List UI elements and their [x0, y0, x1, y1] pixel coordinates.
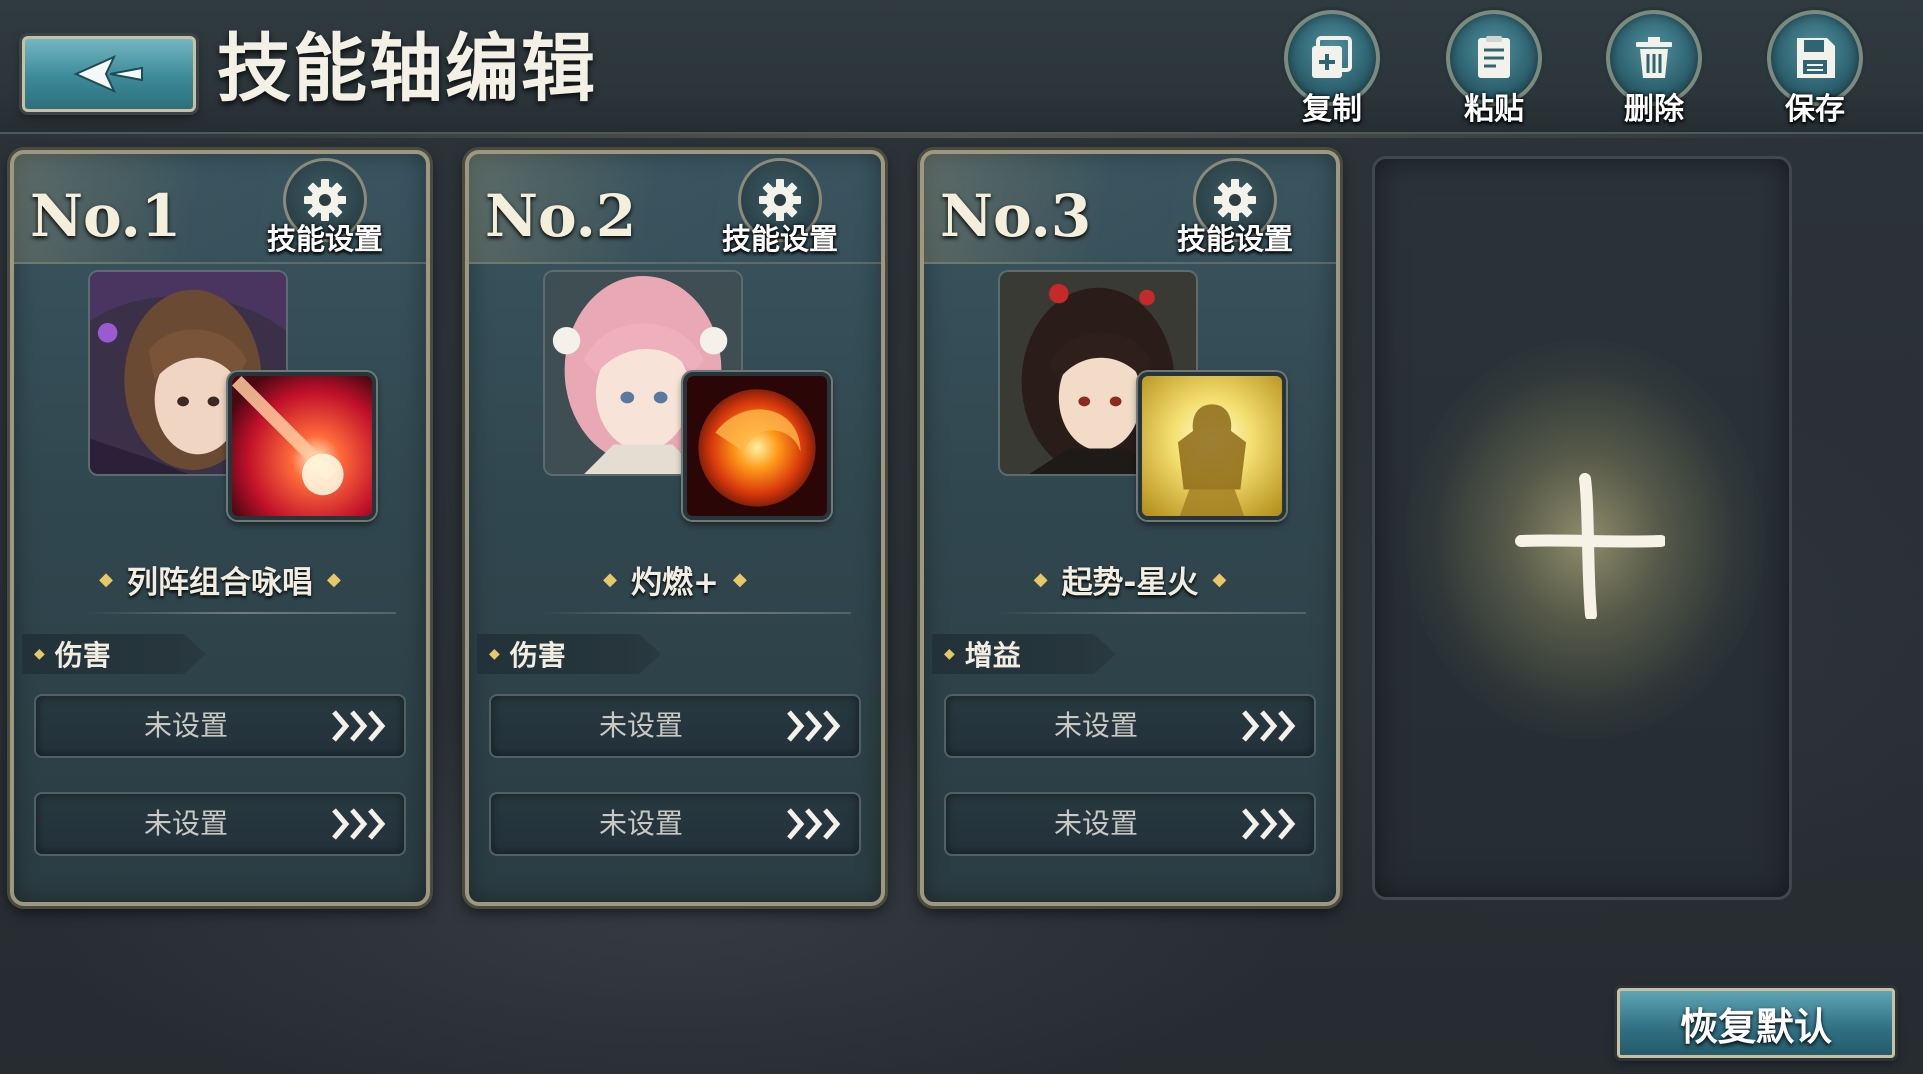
skill-type-tag: ◆ 增益 — [932, 634, 1116, 674]
header-bar: 技能轴编辑 复制 粘贴 删除 保存 — [0, 0, 1923, 138]
skill-type: 伤害 — [54, 639, 111, 672]
skill-icon — [683, 372, 831, 520]
diamond-icon: ◆ — [1033, 568, 1048, 590]
slot-2[interactable]: 未设置 — [34, 792, 406, 856]
skill-type: 增益 — [964, 639, 1021, 672]
paste-label: 粘贴 — [1464, 92, 1524, 127]
skill-settings-label: 技能设置 — [1176, 222, 1293, 256]
card-number: No.1 — [30, 182, 182, 250]
diamond-icon: ◆ — [99, 568, 113, 590]
skill-icon — [228, 372, 376, 520]
skill-type-tag: ◆ 伤害 — [477, 634, 661, 674]
skill-card-3[interactable]: No.3 技能设置 ◆ 起势-星火 ◆ ◆ 增益 未设置 未设置 — [920, 150, 1340, 906]
slot-label: 未设置 — [143, 709, 228, 742]
diamond-icon: ◆ — [34, 646, 45, 662]
skill-settings-label: 技能设置 — [721, 222, 838, 256]
slot-2[interactable]: 未设置 — [944, 792, 1316, 856]
triple-chevron-icon — [332, 710, 386, 742]
diamond-icon: ◆ — [327, 568, 341, 590]
skill-settings-button[interactable]: 技能设置 — [705, 158, 855, 258]
trash-icon — [1636, 37, 1672, 78]
slot-label: 未设置 — [1053, 807, 1138, 840]
delete-button[interactable]: 删除 — [1602, 10, 1706, 128]
diamond-icon: ◆ — [603, 568, 617, 590]
skill-type: 伤害 — [509, 639, 566, 672]
card-number: No.3 — [940, 182, 1092, 250]
slot-1[interactable]: 未设置 — [34, 694, 406, 758]
copy-button[interactable]: 复制 — [1280, 10, 1384, 128]
slot-label: 未设置 — [1053, 709, 1138, 742]
skill-name-row: ◆ 起势-星火 ◆ — [924, 554, 1336, 604]
slot-1[interactable]: 未设置 — [944, 694, 1316, 758]
slot-2[interactable]: 未设置 — [489, 792, 861, 856]
skill-settings-button[interactable]: 技能设置 — [1160, 158, 1310, 258]
plus-icon — [1515, 473, 1665, 619]
skill-type-tag: ◆ 伤害 — [22, 634, 206, 674]
save-button[interactable]: 保存 — [1763, 10, 1867, 128]
skill-name: 列阵组合咏唱 — [127, 564, 313, 601]
divider — [84, 612, 396, 614]
diamond-icon: ◆ — [489, 646, 500, 662]
paste-button[interactable]: 粘贴 — [1442, 10, 1546, 128]
triple-chevron-icon — [1242, 710, 1296, 742]
copy-icon — [1312, 36, 1352, 78]
reset-default-label: 恢复默认 — [1679, 1003, 1832, 1049]
back-arrow-icon — [73, 54, 143, 94]
slot-label: 未设置 — [143, 807, 228, 840]
save-icon — [1797, 38, 1835, 78]
triple-chevron-icon — [787, 710, 841, 742]
copy-label: 复制 — [1302, 92, 1362, 127]
diamond-icon: ◆ — [732, 568, 747, 590]
add-skill-button[interactable] — [1405, 339, 1765, 739]
skill-card-2[interactable]: No.2 技能设置 ◆ 灼燃+ ◆ ◆ 伤害 未设置 未设置 — [465, 150, 885, 906]
skill-name: 起势-星火 — [1061, 564, 1199, 601]
skill-icon — [1138, 372, 1286, 520]
slot-label: 未设置 — [598, 709, 683, 742]
triple-chevron-icon — [1242, 808, 1296, 840]
skill-timeline-editor: 技能轴编辑 复制 粘贴 删除 保存 No.1 技能设置 ◆ 列阵组合咏唱 ◆ ◆… — [0, 0, 1923, 1074]
diamond-icon: ◆ — [1212, 568, 1227, 590]
page-title: 技能轴编辑 — [217, 26, 597, 112]
card-number: No.2 — [485, 182, 637, 250]
skill-name: 灼燃+ — [631, 564, 719, 601]
delete-label: 删除 — [1624, 92, 1684, 127]
add-skill-card[interactable] — [1372, 156, 1792, 900]
reset-default-button[interactable]: 恢复默认 — [1617, 988, 1895, 1058]
divider — [994, 612, 1306, 614]
paste-icon — [1478, 36, 1510, 78]
skill-name-row: ◆ 灼燃+ ◆ — [469, 554, 881, 604]
triple-chevron-icon — [787, 808, 841, 840]
slot-1[interactable]: 未设置 — [489, 694, 861, 758]
triple-chevron-icon — [332, 808, 386, 840]
skill-name-row: ◆ 列阵组合咏唱 ◆ — [14, 554, 426, 604]
divider — [539, 612, 851, 614]
slot-label: 未设置 — [598, 807, 683, 840]
skill-settings-label: 技能设置 — [266, 222, 383, 256]
back-button[interactable] — [22, 36, 196, 112]
skill-card-1[interactable]: No.1 技能设置 ◆ 列阵组合咏唱 ◆ ◆ 伤害 未设置 未设置 — [10, 150, 430, 906]
diamond-icon: ◆ — [944, 646, 955, 662]
save-label: 保存 — [1785, 92, 1845, 127]
skill-settings-button[interactable]: 技能设置 — [250, 158, 400, 258]
